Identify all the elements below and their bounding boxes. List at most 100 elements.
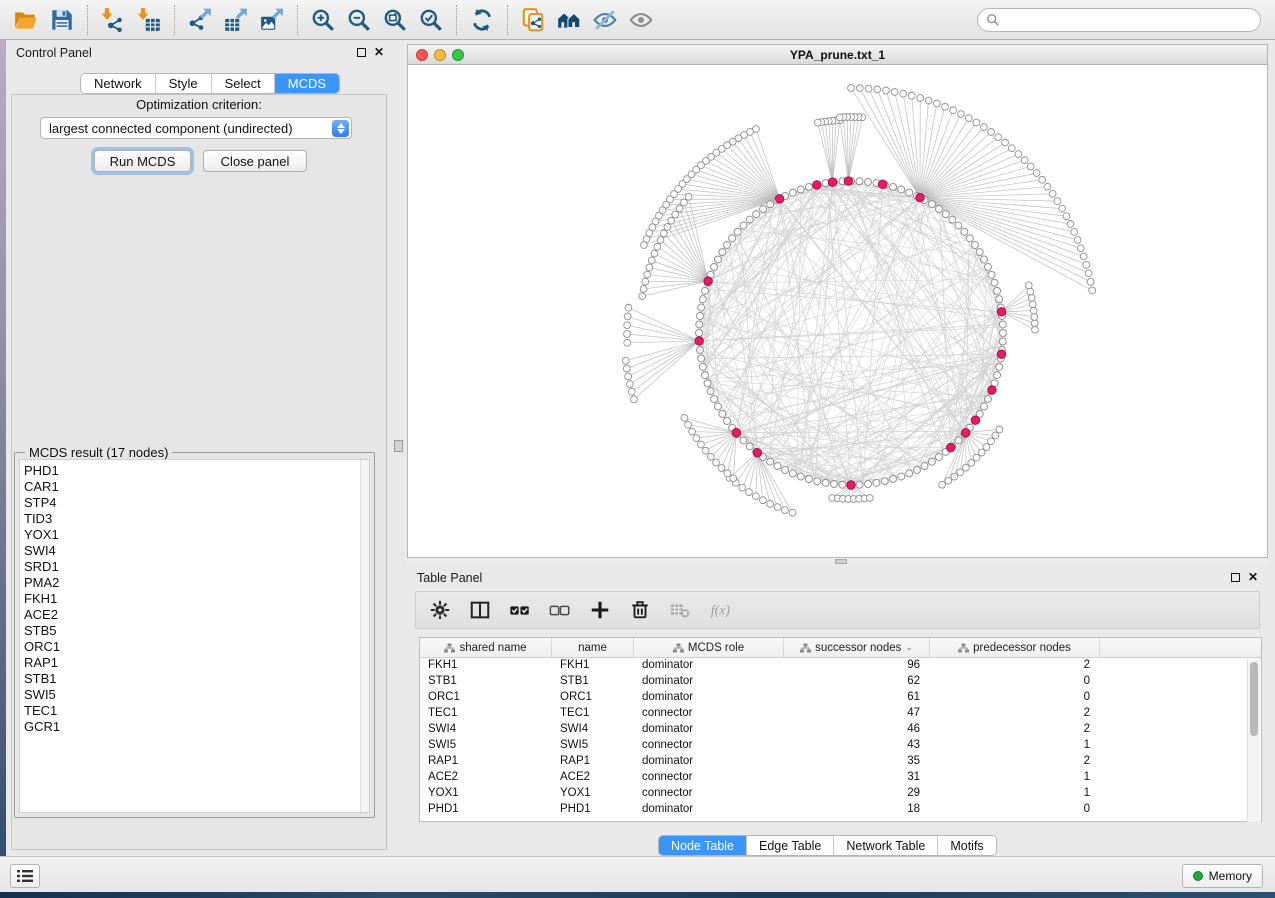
cell-predecessor_nodes[interactable]: 1 xyxy=(930,738,1100,754)
table-settings-button[interactable] xyxy=(428,598,452,622)
cell-name[interactable]: YOX1 xyxy=(552,786,634,802)
add-column-button[interactable] xyxy=(588,598,612,622)
table-row[interactable]: PHD1PHD1dominator180 xyxy=(420,802,1261,818)
cell-successor_nodes[interactable]: 31 xyxy=(784,770,930,786)
cell-name[interactable]: FKH1 xyxy=(552,658,634,674)
mcds-node-item[interactable]: TID3 xyxy=(24,511,369,527)
mcds-hub-node[interactable] xyxy=(753,449,761,457)
export-network-button[interactable] xyxy=(182,4,218,36)
deselect-all-button[interactable] xyxy=(548,598,572,622)
network-window-titlebar[interactable]: YPA_prune.txt_1 xyxy=(408,45,1267,65)
cell-name[interactable]: RAP1 xyxy=(552,754,634,770)
export-image-button[interactable] xyxy=(254,4,290,36)
cell-predecessor_nodes[interactable]: 0 xyxy=(930,674,1100,690)
cell-successor_nodes[interactable]: 35 xyxy=(784,754,930,770)
cell-mcds_role[interactable]: connector xyxy=(634,706,784,722)
cell-mcds_role[interactable]: connector xyxy=(634,738,784,754)
splitter-handle[interactable] xyxy=(394,440,403,452)
cell-mcds_role[interactable]: dominator xyxy=(634,674,784,690)
cell-mcds_role[interactable]: dominator xyxy=(634,658,784,674)
cell-successor_nodes[interactable]: 62 xyxy=(784,674,930,690)
cell-predecessor_nodes[interactable]: 2 xyxy=(930,658,1100,674)
cell-mcds_role[interactable]: dominator xyxy=(634,690,784,706)
cell-name[interactable]: TEC1 xyxy=(552,706,634,722)
cell-shared_name[interactable]: YOX1 xyxy=(420,786,552,802)
cell-name[interactable]: SWI5 xyxy=(552,738,634,754)
open-session-button[interactable] xyxy=(8,4,44,36)
zoom-selected-button[interactable] xyxy=(413,4,449,36)
tab-select[interactable]: Select xyxy=(211,74,274,93)
table-row[interactable]: SWI5SWI5connector431 xyxy=(420,738,1261,754)
column-layout-button[interactable] xyxy=(468,598,492,622)
import-table-button[interactable] xyxy=(131,4,167,36)
mcds-node-item[interactable]: ORC1 xyxy=(24,639,369,655)
table-row[interactable]: SWI4SWI4dominator462 xyxy=(420,722,1261,738)
hide-selected-button[interactable] xyxy=(587,4,623,36)
column-header-shared-name[interactable]: shared name xyxy=(420,638,552,657)
tab-edge-table[interactable]: Edge Table xyxy=(746,836,833,855)
mcds-hub-node[interactable] xyxy=(775,195,783,203)
mcds-hub-node[interactable] xyxy=(828,178,836,186)
mcds-hub-node[interactable] xyxy=(878,180,886,188)
table-row[interactable]: YOX1YOX1connector291 xyxy=(420,786,1261,802)
cell-shared_name[interactable]: SWI4 xyxy=(420,722,552,738)
cell-name[interactable]: ACE2 xyxy=(552,770,634,786)
tab-network-table[interactable]: Network Table xyxy=(833,836,937,855)
cell-successor_nodes[interactable]: 18 xyxy=(784,802,930,818)
table-scrollbar[interactable] xyxy=(1247,659,1260,822)
memory-button[interactable]: Memory xyxy=(1182,864,1263,888)
task-history-button[interactable] xyxy=(10,864,40,888)
cell-predecessor_nodes[interactable]: 0 xyxy=(930,802,1100,818)
mcds-node-item[interactable]: SWI4 xyxy=(24,543,369,559)
show-all-button[interactable] xyxy=(623,4,659,36)
export-table-button[interactable] xyxy=(218,4,254,36)
cell-shared_name[interactable]: FKH1 xyxy=(420,658,552,674)
column-header-successor-nodes[interactable]: successor nodes⌄ xyxy=(784,638,930,657)
table-row[interactable]: ACE2ACE2connector311 xyxy=(420,770,1261,786)
network-graph[interactable] xyxy=(408,65,1267,557)
column-header-MCDS-role[interactable]: MCDS role xyxy=(634,638,784,657)
tab-mcds[interactable]: MCDS xyxy=(274,74,339,93)
cell-shared_name[interactable]: ACE2 xyxy=(420,770,552,786)
mcds-node-item[interactable]: STB1 xyxy=(24,671,369,687)
run-mcds-button[interactable]: Run MCDS xyxy=(94,150,191,172)
table-row[interactable]: FKH1FKH1dominator962 xyxy=(420,658,1261,674)
cell-name[interactable]: SWI4 xyxy=(552,722,634,738)
search-input[interactable] xyxy=(977,8,1261,32)
zoom-in-button[interactable] xyxy=(305,4,341,36)
cell-predecessor_nodes[interactable]: 1 xyxy=(930,786,1100,802)
column-header-predecessor-nodes[interactable]: predecessor nodes xyxy=(930,638,1100,657)
cell-successor_nodes[interactable]: 43 xyxy=(784,738,930,754)
delete-column-button[interactable] xyxy=(628,598,652,622)
mcds-hub-node[interactable] xyxy=(971,416,979,424)
cell-successor_nodes[interactable]: 96 xyxy=(784,658,930,674)
cell-mcds_role[interactable]: connector xyxy=(634,786,784,802)
mcds-node-item[interactable]: PMA2 xyxy=(24,575,369,591)
cell-successor_nodes[interactable]: 46 xyxy=(784,722,930,738)
cell-shared_name[interactable]: TEC1 xyxy=(420,706,552,722)
cell-name[interactable]: ORC1 xyxy=(552,690,634,706)
cell-shared_name[interactable]: ORC1 xyxy=(420,690,552,706)
mcds-hub-node[interactable] xyxy=(962,429,970,437)
float-panel-icon[interactable] xyxy=(357,48,366,57)
cell-predecessor_nodes[interactable]: 2 xyxy=(930,706,1100,722)
vertical-splitter[interactable] xyxy=(392,40,407,856)
cell-successor_nodes[interactable]: 61 xyxy=(784,690,930,706)
tab-network[interactable]: Network xyxy=(81,74,155,93)
cell-shared_name[interactable]: SWI5 xyxy=(420,738,552,754)
tab-node-table[interactable]: Node Table xyxy=(659,836,746,855)
mcds-hub-node[interactable] xyxy=(704,277,712,285)
cell-mcds_role[interactable]: connector xyxy=(634,770,784,786)
mcds-node-item[interactable]: SWI5 xyxy=(24,687,369,703)
network-canvas[interactable] xyxy=(408,65,1267,557)
cell-successor_nodes[interactable]: 47 xyxy=(784,706,930,722)
mcds-hub-node[interactable] xyxy=(732,429,740,437)
cell-predecessor_nodes[interactable]: 0 xyxy=(930,690,1100,706)
mcds-hub-node[interactable] xyxy=(844,177,852,185)
mcds-result-list[interactable]: PHD1CAR1STP4TID3YOX1SWI4SRD1PMA2FKH1ACE2… xyxy=(19,459,370,813)
cell-mcds_role[interactable]: dominator xyxy=(634,754,784,770)
save-session-button[interactable] xyxy=(44,4,80,36)
clone-network-button[interactable] xyxy=(515,4,551,36)
mcds-hub-node[interactable] xyxy=(997,308,1005,316)
cell-shared_name[interactable]: STB1 xyxy=(420,674,552,690)
